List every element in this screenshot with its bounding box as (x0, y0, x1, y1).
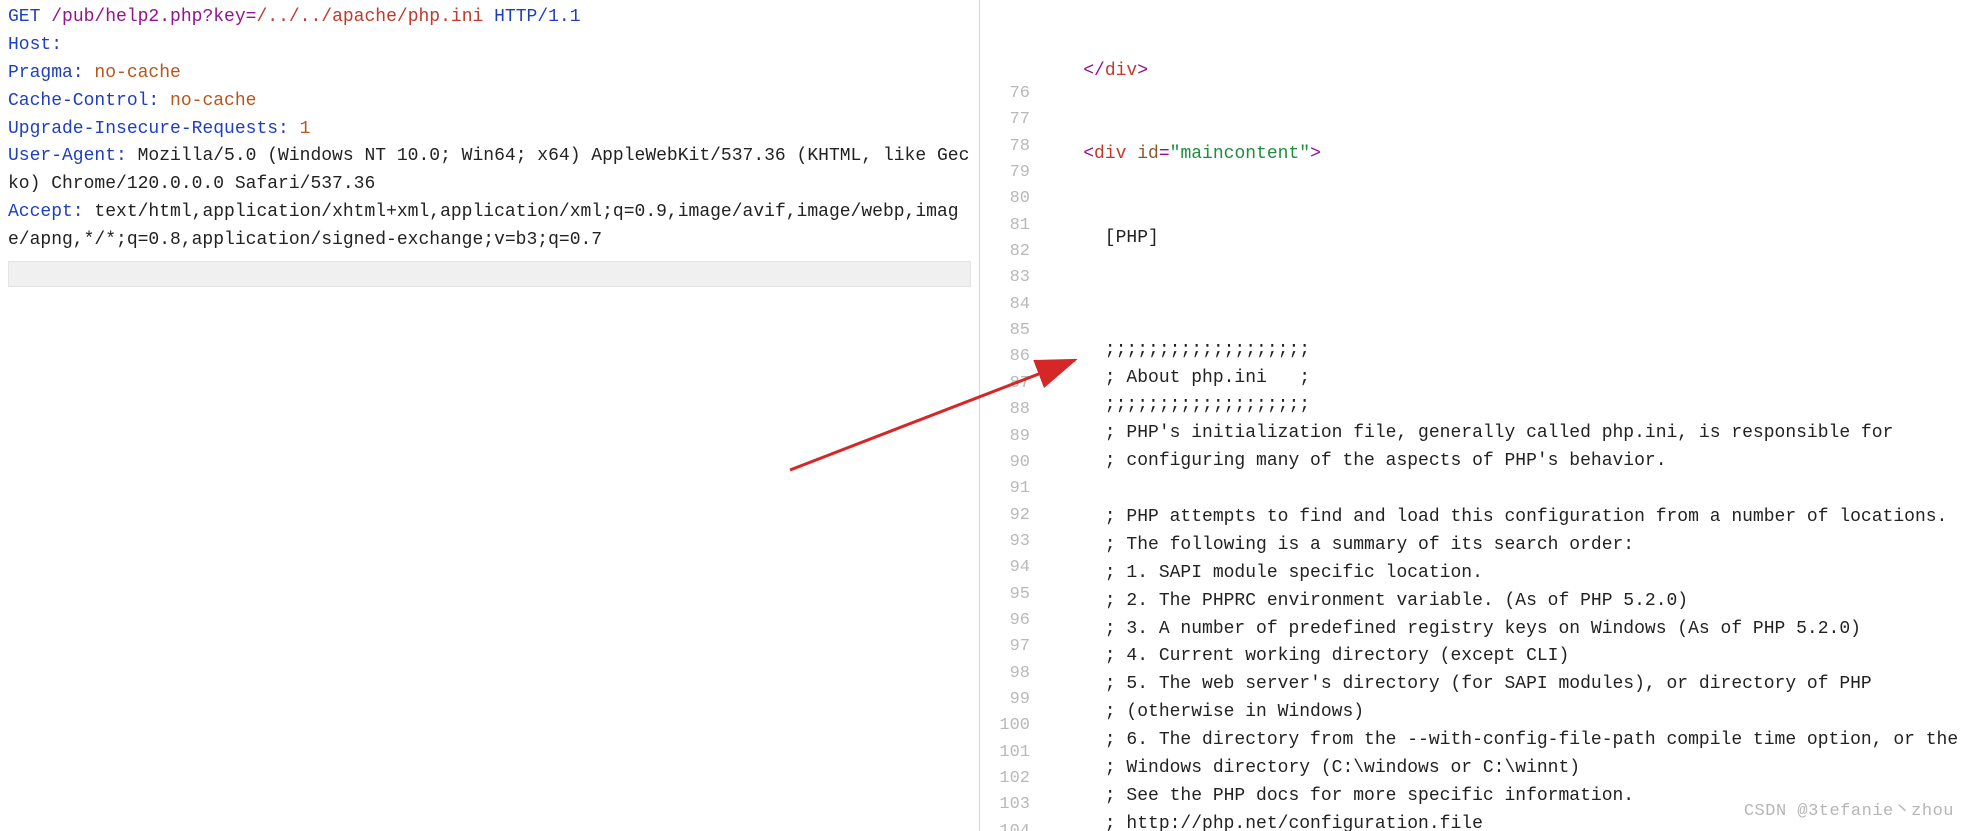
line-number: 102 (980, 766, 1030, 792)
line-number: 99 (980, 687, 1030, 713)
code-line: ; configuring many of the aspects of PHP… (1040, 448, 1964, 476)
gutter-blank (980, 55, 1030, 81)
code-line: ; 4. Current working directory (except C… (1040, 643, 1964, 671)
line-number: 104 (980, 819, 1030, 831)
line-number: 100 (980, 713, 1030, 739)
html-close-div: </div> (1040, 58, 1964, 86)
code-line: ; 3. A number of predefined registry key… (1040, 616, 1964, 644)
line-number: 78 (980, 134, 1030, 160)
line-number: 95 (980, 582, 1030, 608)
code-line: ; (otherwise in Windows) (1040, 699, 1964, 727)
request-first-line: GET /pub/help2.php?key=/../../apache/php… (8, 4, 971, 32)
http-path: /pub/help2.php (51, 7, 202, 27)
line-number: 83 (980, 265, 1030, 291)
code-line: ;;;;;;;;;;;;;;;;;;; (1040, 392, 1964, 420)
line-number: 97 (980, 634, 1030, 660)
code-line: ;;;;;;;;;;;;;;;;;;; (1040, 337, 1964, 365)
line-number: 84 (980, 292, 1030, 318)
http-method: GET (8, 7, 40, 27)
line-number: 79 (980, 160, 1030, 186)
code-line: ; 2. The PHPRC environment variable. (As… (1040, 588, 1964, 616)
line-number: 87 (980, 371, 1030, 397)
gutter-blank (980, 28, 1030, 54)
response-code[interactable]: </div> <div id="maincontent"> [PHP] ;;;;… (1040, 2, 1964, 831)
line-number: 103 (980, 792, 1030, 818)
response-source-panel: 7677787980818283848586878889909192939495… (980, 0, 1964, 831)
line-number: 77 (980, 107, 1030, 133)
header-user-agent: User-Agent: Mozilla/5.0 (Windows NT 10.0… (8, 143, 971, 199)
code-line (1040, 309, 1964, 337)
line-number: 91 (980, 476, 1030, 502)
code-line: ; 6. The directory from the --with-confi… (1040, 727, 1964, 755)
header-cache-control: Cache-Control: no-cache (8, 88, 971, 116)
http-request-panel: GET /pub/help2.php?key=/../../apache/php… (0, 0, 980, 831)
line-number: 86 (980, 344, 1030, 370)
code-line: ; See the PHP docs for more specific inf… (1040, 783, 1964, 811)
line-number: 89 (980, 424, 1030, 450)
code-line: ; Windows directory (C:\windows or C:\wi… (1040, 755, 1964, 783)
line-number: 88 (980, 397, 1030, 423)
code-line: ; PHP's initialization file, generally c… (1040, 420, 1964, 448)
line-number: 80 (980, 186, 1030, 212)
request-editor-input[interactable] (8, 261, 971, 287)
html-open-div-maincontent: <div id="maincontent"> (1040, 141, 1964, 169)
header-accept: Accept: text/html,application/xhtml+xml,… (8, 199, 971, 255)
code-line: ; PHP attempts to find and load this con… (1040, 504, 1964, 532)
line-number: 98 (980, 661, 1030, 687)
line-number: 90 (980, 450, 1030, 476)
line-number: 101 (980, 740, 1030, 766)
code-line: ; 1. SAPI module specific location. (1040, 560, 1964, 588)
line-number: 92 (980, 503, 1030, 529)
line-number: 93 (980, 529, 1030, 555)
query-key: ?key= (202, 7, 256, 27)
code-line: ; http://php.net/configuration.file (1040, 811, 1964, 831)
line-number: 82 (980, 239, 1030, 265)
code-line: ; About php.ini ; (1040, 365, 1964, 393)
code-line: ; 5. The web server's directory (for SAP… (1040, 671, 1964, 699)
line-number: 85 (980, 318, 1030, 344)
header-host: Host: (8, 32, 971, 60)
code-line: ; The following is a summary of its sear… (1040, 532, 1964, 560)
line-number-gutter: 7677787980818283848586878889909192939495… (980, 2, 1040, 831)
code-line (1040, 476, 1964, 504)
query-value: /../../apache/php.ini (256, 7, 483, 27)
header-upgrade-insecure-requests: Upgrade-Insecure-Requests: 1 (8, 116, 971, 144)
line-number: 96 (980, 608, 1030, 634)
header-pragma: Pragma: no-cache (8, 60, 971, 88)
line-number: 76 (980, 81, 1030, 107)
gutter-blank (980, 2, 1030, 28)
php-section-header: [PHP] (1040, 225, 1964, 253)
line-number: 94 (980, 555, 1030, 581)
line-number: 81 (980, 213, 1030, 239)
http-protocol: HTTP/1.1 (483, 7, 580, 27)
